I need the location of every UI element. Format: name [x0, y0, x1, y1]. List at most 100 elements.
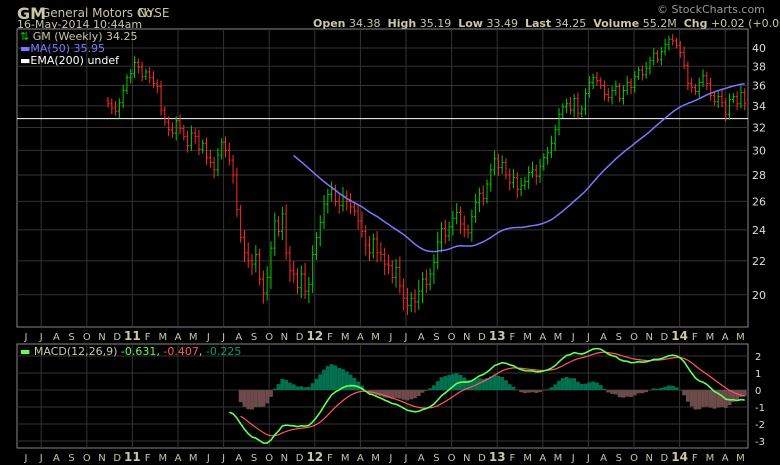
macd-histogram-bar [352, 377, 357, 390]
x-tick-label: J [206, 453, 210, 464]
x-tick-label: F [510, 453, 516, 464]
x-tick-label: O [265, 332, 273, 343]
x-tick-label: A [357, 332, 364, 343]
macd-histogram-bar [348, 374, 353, 390]
x-tick-label: S [616, 332, 622, 343]
macd-histogram-bar [693, 390, 698, 410]
x-tick-label: D [113, 332, 121, 343]
x-tick-label: O [83, 453, 91, 464]
macd-histogram-bar [632, 390, 637, 396]
price-tick-label: 30 [752, 144, 766, 157]
macd-histogram-bar [606, 390, 611, 393]
x-tick-label: O [448, 332, 456, 343]
macd-histogram-bar [378, 390, 383, 397]
x-tick-label: J [388, 332, 392, 343]
macd-tick-label: -3 [755, 437, 765, 448]
price-tick-label: 24 [752, 224, 766, 237]
x-tick-label: N [463, 453, 470, 464]
macd-line-icon: ▬ [20, 345, 31, 358]
macd-histogram-bar [640, 390, 645, 394]
price-tick-label: 22 [752, 255, 766, 268]
x-tick-label: A [600, 453, 607, 464]
macd-histogram-bar [613, 390, 618, 395]
x-tick-label: N [463, 332, 470, 343]
macd-histogram-bar [250, 390, 254, 410]
macd-histogram-bar [284, 380, 289, 390]
macd-histogram-bar [617, 390, 622, 398]
price-tick-label: 26 [752, 195, 766, 208]
x-tick-label: J [388, 453, 392, 464]
x-tick-label: A [53, 453, 60, 464]
x-tick-label: 14 [671, 329, 688, 343]
macd-histogram-bar [739, 390, 743, 398]
x-tick-label: J [24, 332, 28, 343]
x-tick-label: F [692, 453, 698, 464]
x-tick-label: S [251, 453, 257, 464]
x-tick-label: M [706, 453, 715, 464]
macd-histogram-bar [636, 390, 641, 394]
macd-histogram-bar [420, 390, 425, 393]
x-tick-label: S [251, 332, 257, 343]
macd-histogram-bar [545, 389, 550, 390]
macd-histogram-bar [394, 390, 398, 398]
macd-histogram-bar [492, 374, 497, 390]
x-tick-label: O [83, 332, 91, 343]
macd-histogram-bar [651, 388, 656, 390]
x-tick-label: O [630, 332, 638, 343]
macd-histogram-bar [443, 376, 448, 390]
x-tick-label: S [68, 453, 74, 464]
macd-histogram-bar [511, 386, 516, 390]
price-tick-label: 38 [752, 60, 766, 73]
x-tick-label: N [281, 453, 288, 464]
x-tick-label: M [736, 453, 745, 464]
x-tick-label: J [206, 332, 210, 343]
x-tick-label: 12 [306, 329, 323, 343]
macd-histogram-bar [272, 388, 277, 390]
x-tick-label: M [554, 453, 563, 464]
macd-histogram-bar [674, 387, 679, 390]
macd-histogram-bar [576, 381, 580, 390]
x-tick-label: S [433, 332, 439, 343]
macd-histogram-bar [579, 384, 584, 390]
x-tick-label: D [478, 332, 486, 343]
macd-histogram-bar [655, 388, 660, 390]
price-tick-label: 36 [752, 80, 766, 93]
x-tick-label: J [571, 332, 575, 343]
hist-value: -0.225 [205, 345, 242, 358]
x-tick-label: 13 [489, 450, 506, 464]
macd-histogram-bar [685, 390, 690, 402]
x-tick-label: F [145, 332, 151, 343]
macd-histogram-bar [530, 390, 535, 393]
macd-histogram-bar [534, 390, 539, 393]
macd-histogram-bar [519, 390, 524, 393]
macd-histogram-bar [462, 377, 467, 390]
price-tick-label: 40 [752, 42, 766, 55]
x-tick-label: J [586, 453, 590, 464]
legend-macd: ▬ MACD(12,26,9) -0.631, -0.407, -0.225 [20, 345, 242, 358]
macd-histogram-bar [322, 369, 326, 390]
macd-tick-label: 1 [755, 369, 761, 380]
x-tick-label: N [98, 332, 105, 343]
x-tick-label: J [39, 332, 43, 343]
macd-histogram-bar [261, 390, 266, 407]
x-tick-label: A [175, 453, 182, 464]
x-tick-label: 12 [306, 450, 323, 464]
macd-histogram-bar [629, 390, 633, 397]
macd-histogram-bar [708, 390, 713, 408]
macd-histogram-bar [500, 376, 505, 390]
stock-chart: GM General Motors Co. NYSE 16-May-2014 1… [0, 0, 780, 465]
macd-histogram-bar [595, 382, 599, 390]
macd-histogram-bar [337, 367, 342, 390]
macd-histogram-bar [288, 382, 292, 390]
macd-histogram-bar [280, 378, 285, 390]
macd-histogram-bar [397, 390, 402, 399]
x-tick-label: M [523, 332, 532, 343]
macd-tick-label: -1 [755, 403, 765, 414]
macd-histogram-bar [439, 377, 444, 390]
macd-histogram-bar [238, 390, 243, 403]
x-tick-label: M [189, 453, 198, 464]
x-tick-label: J [404, 453, 408, 464]
x-tick-label: M [341, 453, 350, 464]
x-tick-label: N [281, 332, 288, 343]
macd-histogram-bar [568, 378, 573, 390]
